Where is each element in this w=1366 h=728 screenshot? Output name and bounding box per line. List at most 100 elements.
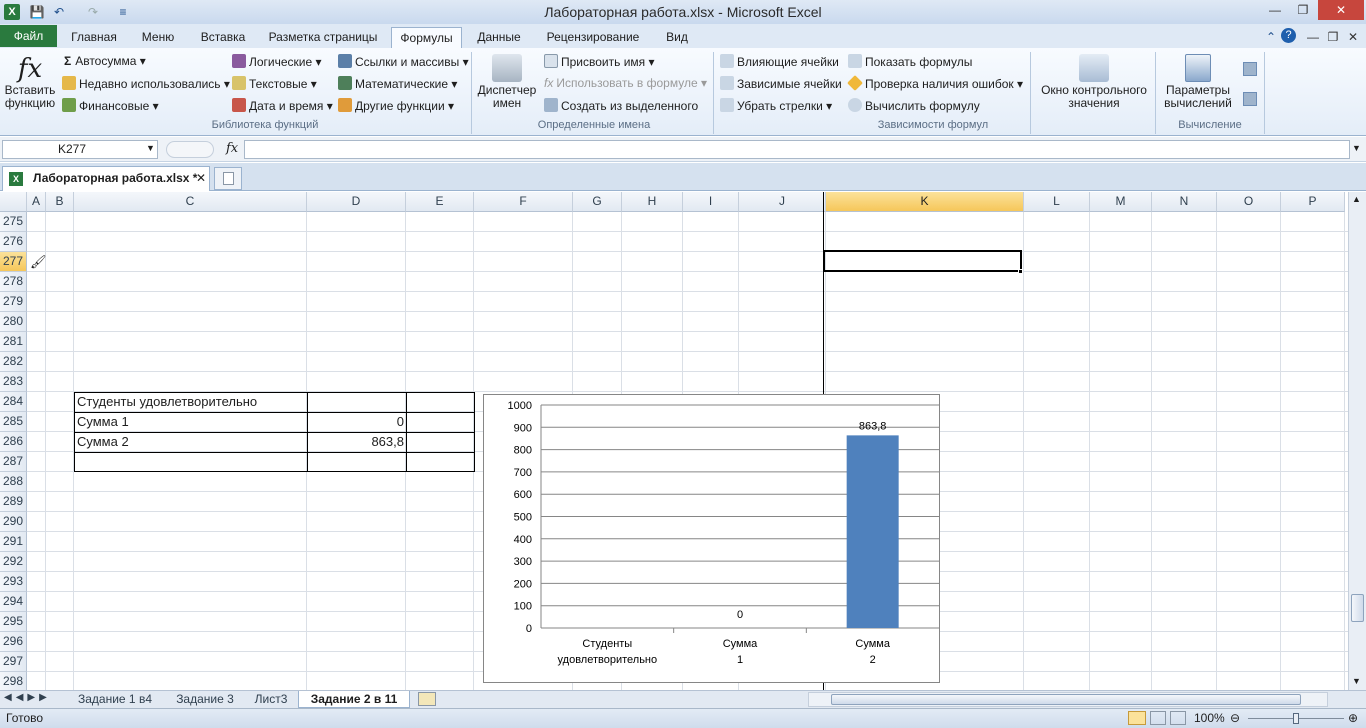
sheet-tab[interactable]: Задание 1 в4 (70, 691, 160, 708)
sheet-tab[interactable]: Задание 3 (166, 691, 244, 708)
row-header-283[interactable]: 283 (0, 372, 27, 392)
row-header-281[interactable]: 281 (0, 332, 27, 352)
row-header-286[interactable]: 286 (0, 432, 27, 452)
column-header-d[interactable]: D (307, 192, 406, 212)
wb-close-icon[interactable]: ✕ (1344, 28, 1362, 46)
row-header-278[interactable]: 278 (0, 272, 27, 292)
use-in-formula-button[interactable]: fx Использовать в формуле ▾ (544, 76, 707, 90)
row-header-295[interactable]: 295 (0, 612, 27, 632)
formula-bar-resize-handle[interactable] (166, 141, 214, 158)
row-header-297[interactable]: 297 (0, 652, 27, 672)
calculate-now-icon[interactable] (1243, 62, 1257, 76)
normal-view-icon[interactable] (1128, 711, 1146, 725)
fill-handle[interactable] (1018, 269, 1023, 274)
horizontal-scrollbar[interactable] (808, 692, 1328, 707)
error-checking-button[interactable]: Проверка наличия ошибок ▾ (847, 75, 1023, 91)
cell-c286[interactable]: Сумма 2 (75, 432, 307, 452)
column-header-b[interactable]: B (46, 192, 74, 212)
financial-button[interactable]: Финансовые ▾ (62, 98, 159, 113)
row-header-298[interactable]: 298 (0, 672, 27, 690)
row-header-277[interactable]: 277 (0, 252, 27, 272)
expand-formula-bar-icon[interactable]: ▼ (1352, 143, 1361, 153)
watch-window-button[interactable]: Окно контрольного значения (1036, 54, 1152, 110)
remove-arrows-button[interactable]: Убрать стрелки ▾ (720, 98, 832, 113)
page-break-view-icon[interactable] (1170, 711, 1186, 725)
formula-input[interactable] (244, 140, 1350, 159)
show-formulas-button[interactable]: Показать формулы (848, 54, 972, 69)
close-tab-icon[interactable]: ✕ (196, 167, 206, 189)
insert-sheet-icon[interactable] (418, 692, 436, 706)
logical-button[interactable]: Логические ▾ (232, 54, 322, 69)
calculate-sheet-icon[interactable] (1243, 92, 1257, 106)
zoom-level[interactable]: 100% (1194, 711, 1225, 725)
row-header-290[interactable]: 290 (0, 512, 27, 532)
tab-data[interactable]: Данные (468, 27, 530, 48)
cell-d286[interactable]: 863,8 (308, 432, 406, 452)
column-header-c[interactable]: C (74, 192, 307, 212)
row-header-288[interactable]: 288 (0, 472, 27, 492)
evaluate-formula-button[interactable]: Вычислить формулу (848, 98, 980, 113)
sheet-tab[interactable]: Лист3 (246, 691, 296, 708)
chevron-down-icon[interactable]: ▼ (146, 143, 155, 153)
column-header-m[interactable]: M (1090, 192, 1152, 212)
new-workbook-tab[interactable] (214, 167, 242, 190)
calc-options-button[interactable]: Параметры вычислений (1160, 54, 1236, 110)
row-header-276[interactable]: 276 (0, 232, 27, 252)
math-button[interactable]: Математические ▾ (338, 76, 457, 91)
row-header-293[interactable]: 293 (0, 572, 27, 592)
column-header-a[interactable]: A (27, 192, 46, 212)
tab-formulas[interactable]: Формулы (391, 27, 462, 48)
vertical-scrollbar[interactable]: ▲ ▼ (1348, 192, 1366, 690)
define-name-button[interactable]: Присвоить имя ▾ (544, 54, 655, 69)
column-header-e[interactable]: E (406, 192, 474, 212)
column-header-f[interactable]: F (474, 192, 573, 212)
chart[interactable]: 0 100 200 300 400 500 600 700 800 900 1000 Студенты… (483, 394, 940, 683)
close-button[interactable]: ✕ (1318, 0, 1364, 20)
column-header-n[interactable]: N (1152, 192, 1217, 212)
text-button[interactable]: Текстовые ▾ (232, 76, 317, 91)
spreadsheet-grid[interactable]: ABCDEFGHIJKLMNOP 275 276 277 278 279 280 281 28… (0, 192, 1348, 690)
tab-view[interactable]: Вид (656, 27, 698, 48)
tab-page-layout[interactable]: Разметка страницы (262, 27, 384, 48)
scroll-up-arrow-icon[interactable]: ▲ (1352, 194, 1361, 204)
column-header-g[interactable]: G (573, 192, 622, 212)
row-header-279[interactable]: 279 (0, 292, 27, 312)
row-header-294[interactable]: 294 (0, 592, 27, 612)
column-header-p[interactable]: P (1281, 192, 1345, 212)
name-manager-button[interactable]: Диспетчер имен (476, 54, 538, 110)
help-icon[interactable]: ? (1281, 28, 1296, 43)
wb-minimize-icon[interactable]: — (1304, 28, 1322, 46)
recent-button[interactable]: Недавно использовались ▾ (62, 76, 230, 91)
scroll-down-arrow-icon[interactable]: ▼ (1352, 676, 1361, 686)
wb-restore-icon[interactable]: ❐ (1324, 28, 1342, 46)
tab-review[interactable]: Рецензирование (538, 27, 648, 48)
cell-c285[interactable]: Сумма 1 (75, 412, 307, 432)
horizontal-scroll-thumb[interactable] (831, 694, 1301, 705)
select-all-corner[interactable] (0, 192, 27, 212)
zoom-slider-thumb[interactable] (1293, 713, 1299, 724)
row-header-284[interactable]: 284 (0, 392, 27, 412)
restore-button[interactable]: ❐ (1290, 0, 1316, 20)
column-header-o[interactable]: O (1217, 192, 1281, 212)
minimize-button[interactable]: — (1262, 0, 1288, 20)
active-cell-k277[interactable] (823, 250, 1022, 272)
column-header-i[interactable]: I (683, 192, 739, 212)
row-header-292[interactable]: 292 (0, 552, 27, 572)
row-header-289[interactable]: 289 (0, 492, 27, 512)
tab-home[interactable]: Главная (62, 27, 126, 48)
tab-menu[interactable]: Меню (132, 27, 184, 48)
row-header-287[interactable]: 287 (0, 452, 27, 472)
tab-file[interactable]: Файл (0, 25, 57, 47)
other-functions-button[interactable]: Другие функции ▾ (338, 98, 454, 113)
row-header-285[interactable]: 285 (0, 412, 27, 432)
page-layout-view-icon[interactable] (1150, 711, 1166, 725)
fx-icon[interactable]: fx (226, 141, 238, 156)
insert-function-button[interactable]: fx Вставить функцию (4, 54, 56, 110)
create-from-selection-button[interactable]: Создать из выделенного (544, 98, 698, 113)
scroll-thumb[interactable] (1351, 594, 1364, 622)
row-header-275[interactable]: 275 (0, 212, 27, 232)
column-header-k[interactable]: K (826, 192, 1024, 212)
trace-dependents-button[interactable]: Зависимые ячейки (720, 76, 842, 91)
trace-precedents-button[interactable]: Влияющие ячейки (720, 54, 839, 69)
column-header-h[interactable]: H (622, 192, 683, 212)
